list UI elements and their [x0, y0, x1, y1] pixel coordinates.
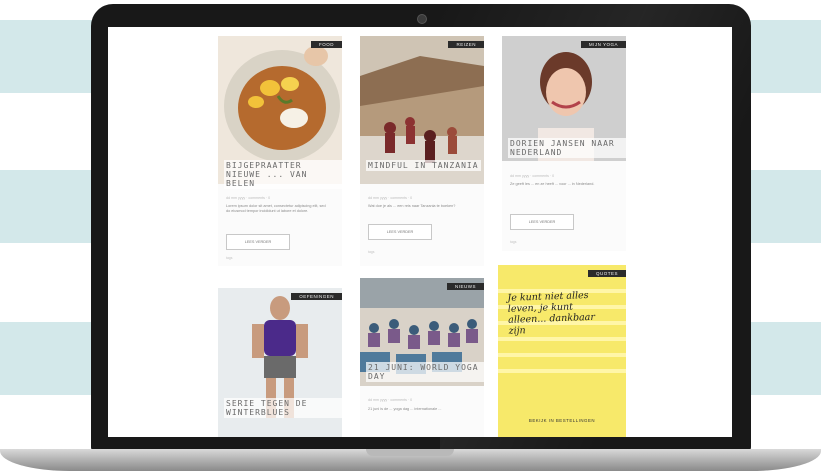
- post-title[interactable]: Mindful in Tanzania: [366, 160, 481, 171]
- post-tags[interactable]: tags: [368, 250, 374, 254]
- post-card[interactable]: Nieuws 21 juni: World Yoga Day dd mm yyy…: [360, 278, 484, 437]
- camera-icon: [417, 14, 427, 24]
- screen: Food Bijgepraatter nieuwe ... van Belen …: [108, 27, 732, 437]
- post-title[interactable]: 21 juni: World Yoga Day: [366, 362, 484, 382]
- quote-card[interactable]: Quotes Je kunt niet alles leven, je kunt…: [498, 265, 626, 437]
- post-title[interactable]: Serie tegen de winterblues: [224, 398, 342, 418]
- post-excerpt: Wat doe je als ... een reis naar Tanzani…: [368, 204, 456, 208]
- category-badge[interactable]: Mijn Yoga: [580, 41, 626, 48]
- read-more-button[interactable]: Lees verder: [368, 224, 432, 240]
- read-more-button[interactable]: Lees verder: [226, 234, 290, 250]
- post-excerpt: 21 juni is de ... yoga dag ... internati…: [368, 407, 442, 411]
- quote-button[interactable]: Bekijk in Bestellingen: [514, 418, 610, 423]
- post-card[interactable]: Mijn Yoga Dorien Jansen naar Nederland d…: [502, 36, 626, 251]
- post-card[interactable]: Oefeningen Serie tegen de winterblues: [218, 288, 342, 437]
- quote-text: Je kunt niet alles leven, je kunt alleen…: [507, 289, 596, 337]
- post-title[interactable]: Bijgepraatter nieuwe ... van Belen: [224, 160, 342, 189]
- post-meta: dd mm yyyy · comments · 0: [510, 174, 555, 178]
- post-title[interactable]: Dorien Jansen naar Nederland: [508, 138, 626, 158]
- post-meta: dd mm yyyy · comments · 0: [226, 196, 271, 200]
- category-badge[interactable]: Oefeningen: [291, 293, 342, 300]
- post-meta: dd mm yyyy · comments · 0: [368, 196, 413, 200]
- post-meta: dd mm yyyy · comments · 0: [368, 398, 413, 402]
- post-tags[interactable]: tags: [510, 240, 516, 244]
- category-badge[interactable]: Quotes: [587, 270, 626, 277]
- post-excerpt: Ze geeft les ... en ze heeft ... voor ..…: [510, 182, 595, 186]
- post-card[interactable]: Food Bijgepraatter nieuwe ... van Belen …: [218, 36, 342, 266]
- category-badge[interactable]: Reizen: [448, 41, 484, 48]
- laptop-notch: [366, 449, 454, 456]
- read-more-button[interactable]: Lees verder: [510, 214, 574, 230]
- category-badge[interactable]: Nieuws: [447, 283, 484, 290]
- post-excerpt: Lorem ipsum dolor sit amet, consectetur …: [226, 204, 326, 213]
- post-card[interactable]: Reizen Mindful in Tanzania dd mm yyyy · …: [360, 36, 484, 266]
- post-tags[interactable]: tags: [226, 256, 232, 260]
- category-badge[interactable]: Food: [311, 41, 342, 48]
